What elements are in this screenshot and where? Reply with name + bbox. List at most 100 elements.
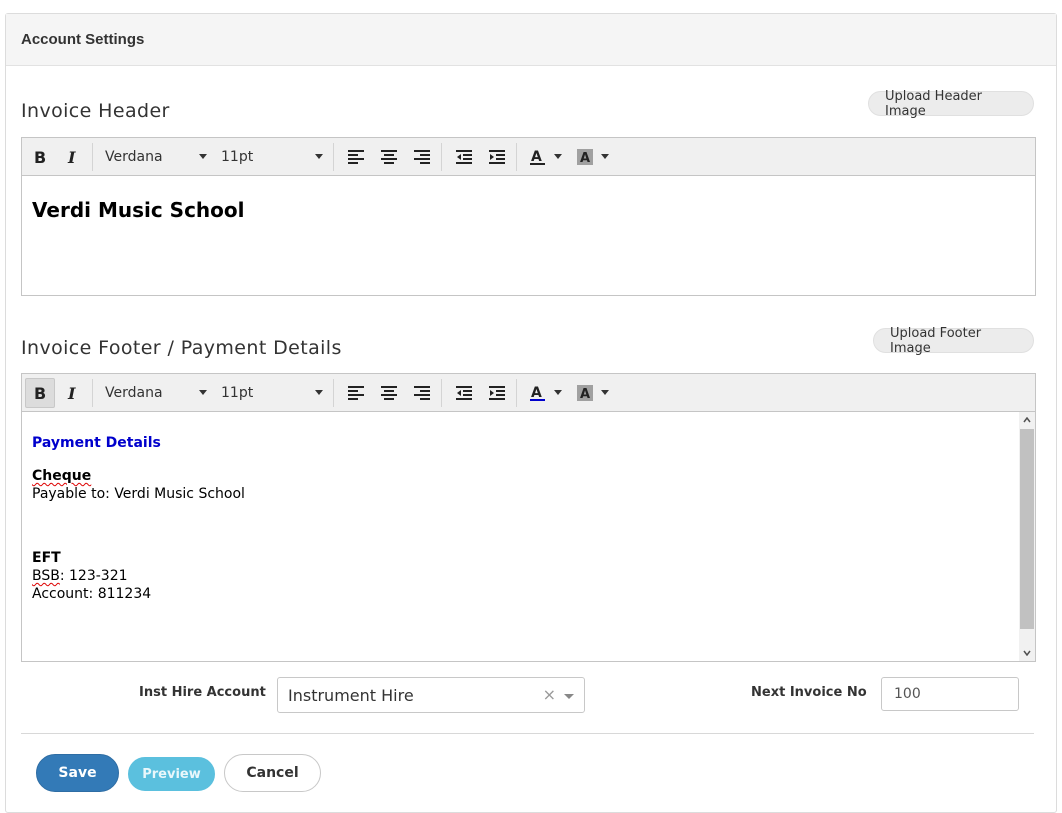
highlight-color-button[interactable]: A <box>571 142 615 172</box>
payment-details-heading: Payment Details <box>32 435 161 451</box>
align-right-icon <box>414 385 430 400</box>
toolbar-separator <box>441 142 442 171</box>
align-left-icon <box>348 385 364 400</box>
outdent-icon <box>456 149 472 164</box>
school-name-heading: Verdi Music School <box>32 198 245 222</box>
chevron-down-icon <box>554 154 562 159</box>
scroll-up-icon[interactable] <box>1019 412 1035 428</box>
align-left-button[interactable] <box>341 378 371 408</box>
chevron-down-icon <box>315 390 323 395</box>
svg-text:A: A <box>580 151 590 165</box>
scroll-thumb[interactable] <box>1020 429 1034 629</box>
font-family-value: Verdana <box>105 384 163 401</box>
bold-icon: B <box>34 149 46 165</box>
invoice-header-title: Invoice Header <box>21 100 170 122</box>
align-left-button[interactable] <box>341 142 371 172</box>
align-right-button[interactable] <box>407 142 437 172</box>
align-center-icon <box>381 149 397 164</box>
font-size-value: 11pt <box>221 148 254 165</box>
font-family-value: Verdana <box>105 148 163 165</box>
upload-header-image-button[interactable]: Upload Header Image <box>868 89 1034 119</box>
bsb-label: BSB <box>32 568 60 584</box>
toolbar-separator <box>516 142 517 171</box>
clear-icon[interactable]: × <box>543 685 556 704</box>
align-center-button[interactable] <box>374 142 404 172</box>
font-family-select[interactable]: Verdana <box>97 378 213 408</box>
chevron-down-icon[interactable] <box>564 694 574 699</box>
inst-hire-account-select[interactable]: Instrument Hire × <box>277 677 585 713</box>
bold-icon: B <box>34 385 46 401</box>
toolbar-separator <box>333 142 334 171</box>
account-line: Account: 811234 <box>32 586 152 602</box>
inst-hire-account-label: Inst Hire Account <box>139 685 266 700</box>
invoice-footer-editor: B I Verdana 11pt A A Payment Details Che… <box>21 373 1036 662</box>
svg-text:I: I <box>67 385 76 401</box>
invoice-header-editor: B I Verdana 11pt A A Verdi Music School <box>21 137 1036 296</box>
font-color-icon: A <box>530 385 545 401</box>
bsb-line: BSB: 123-321 <box>32 567 1025 585</box>
font-color-icon: A <box>530 149 545 165</box>
save-button[interactable]: Save <box>36 754 119 792</box>
bold-button[interactable]: B <box>25 377 55 408</box>
cancel-button[interactable]: Cancel <box>224 754 321 792</box>
chevron-down-icon <box>554 390 562 395</box>
eft-title: EFT <box>32 550 61 566</box>
indent-icon <box>489 385 505 400</box>
chevron-down-icon <box>601 390 609 395</box>
outdent-button[interactable] <box>449 378 479 408</box>
form-divider <box>21 733 1034 734</box>
chevron-down-icon <box>199 390 207 395</box>
toolbar-separator <box>441 378 442 407</box>
bsb-value: : 123-321 <box>59 568 128 584</box>
outdent-icon <box>456 385 472 400</box>
font-color-button[interactable]: A <box>524 378 568 408</box>
highlight-color-button[interactable]: A <box>571 378 615 408</box>
toolbar-separator <box>92 142 93 171</box>
align-center-icon <box>381 385 397 400</box>
indent-button[interactable] <box>482 142 512 172</box>
font-family-select[interactable]: Verdana <box>97 142 213 172</box>
panel-title: Account Settings <box>6 14 1056 66</box>
font-color-button[interactable]: A <box>524 142 568 172</box>
header-editor-toolbar: B I Verdana 11pt A A <box>22 138 1035 176</box>
outdent-button[interactable] <box>449 142 479 172</box>
toolbar-separator <box>333 378 334 407</box>
bold-button[interactable]: B <box>25 142 55 172</box>
italic-button[interactable]: I <box>58 142 88 172</box>
next-invoice-no-label: Next Invoice No <box>751 685 867 700</box>
svg-text:B: B <box>34 385 46 401</box>
cheque-payable-line: Payable to: Verdi Music School <box>32 486 245 502</box>
scroll-down-icon[interactable] <box>1019 645 1035 661</box>
align-left-icon <box>348 149 364 164</box>
preview-button[interactable]: Preview <box>128 757 215 791</box>
align-right-button[interactable] <box>407 378 437 408</box>
indent-button[interactable] <box>482 378 512 408</box>
invoice-footer-title: Invoice Footer / Payment Details <box>21 337 342 359</box>
toolbar-separator <box>92 378 93 407</box>
chevron-down-icon <box>601 154 609 159</box>
inst-hire-account-value: Instrument Hire <box>288 685 414 705</box>
svg-text:A: A <box>531 149 542 165</box>
chevron-down-icon <box>199 154 207 159</box>
editor-scrollbar[interactable] <box>1019 412 1035 661</box>
toolbar-separator <box>516 378 517 407</box>
highlight-color-icon: A <box>577 148 593 165</box>
footer-editor-content[interactable]: Payment Details Cheque Payable to: Verdi… <box>22 412 1035 661</box>
font-size-value: 11pt <box>221 384 254 401</box>
chevron-down-icon <box>315 154 323 159</box>
font-size-select[interactable]: 11pt <box>213 142 329 172</box>
italic-icon: I <box>67 385 76 401</box>
align-center-button[interactable] <box>374 378 404 408</box>
indent-icon <box>489 149 505 164</box>
upload-footer-image-button[interactable]: Upload Footer Image <box>873 326 1034 356</box>
next-invoice-no-input[interactable]: 100 <box>881 677 1019 711</box>
svg-text:I: I <box>67 149 76 165</box>
svg-text:B: B <box>34 149 46 165</box>
svg-text:A: A <box>580 387 590 401</box>
svg-text:A: A <box>531 385 542 401</box>
cheque-title: Cheque <box>32 468 92 484</box>
header-editor-content[interactable]: Verdi Music School <box>22 176 1035 244</box>
italic-button[interactable]: I <box>58 378 88 408</box>
font-size-select[interactable]: 11pt <box>213 378 329 408</box>
italic-icon: I <box>67 149 76 165</box>
